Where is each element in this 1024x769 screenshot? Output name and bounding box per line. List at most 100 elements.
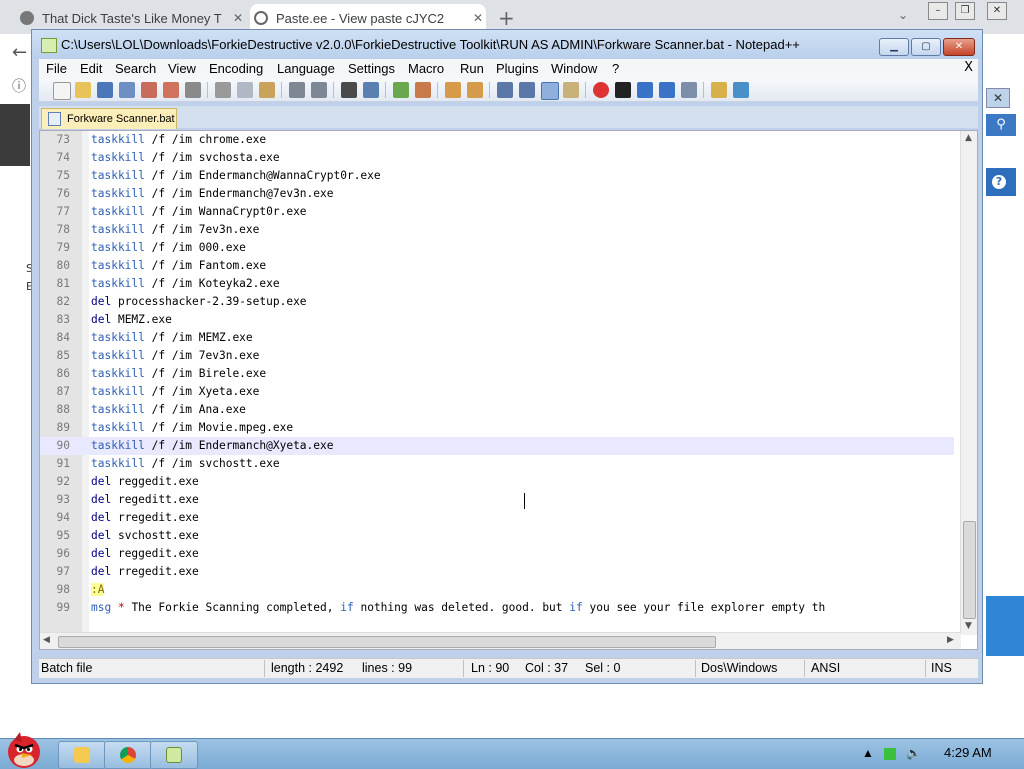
save-all-icon[interactable] <box>119 82 135 98</box>
undo-icon[interactable] <box>289 82 305 98</box>
replace-icon[interactable] <box>363 82 379 98</box>
code-line[interactable]: 78 taskkill /f /im 7ev3n.exe <box>40 221 954 239</box>
zoom-out-icon[interactable] <box>415 82 431 98</box>
maximize-button[interactable]: ▢ <box>911 38 941 56</box>
horizontal-scrollbar[interactable]: ◀ ▶ <box>40 632 961 649</box>
menu-macro[interactable]: Macro <box>408 61 444 76</box>
code-line[interactable]: 86 taskkill /f /im Birele.exe <box>40 365 954 383</box>
menu-view[interactable]: View <box>168 61 196 76</box>
taskbar-clock[interactable]: 4:29 AM <box>944 745 992 760</box>
close-button[interactable]: ✕ <box>943 38 975 56</box>
scroll-down-arrow-icon[interactable]: ▼ <box>965 621 972 631</box>
spell-check-icon[interactable] <box>733 82 749 98</box>
code-line[interactable]: 93 del regeditt.exe <box>40 491 954 509</box>
folder-icon[interactable] <box>711 82 727 98</box>
sync-vertical-icon[interactable] <box>445 82 461 98</box>
code-line[interactable]: 77 taskkill /f /im WannaCrypt0r.exe <box>40 203 954 221</box>
stop-macro-icon[interactable] <box>615 82 631 98</box>
network-icon[interactable] <box>884 748 896 760</box>
start-button-angry-bird-icon[interactable] <box>2 730 48 768</box>
menu-language[interactable]: Language <box>277 61 335 76</box>
menu-plugins[interactable]: Plugins <box>496 61 539 76</box>
menu-help[interactable]: ? <box>612 61 619 76</box>
save-icon[interactable] <box>97 82 113 98</box>
tray-expand-icon[interactable]: ▲ <box>862 746 874 760</box>
taskbar-chrome-button[interactable] <box>104 741 152 769</box>
code-line[interactable]: 80 taskkill /f /im Fantom.exe <box>40 257 954 275</box>
menu-settings[interactable]: Settings <box>348 61 395 76</box>
code-line[interactable]: 84 taskkill /f /im MEMZ.exe <box>40 329 954 347</box>
browser-tab-2[interactable]: Paste.ee - View paste cJYC2 ✕ <box>250 4 486 32</box>
vertical-scroll-thumb[interactable] <box>963 521 976 619</box>
close-icon[interactable]: ✕ <box>230 11 246 25</box>
browser-minimize-button[interactable]: – <box>928 2 948 20</box>
print-icon[interactable] <box>185 82 201 98</box>
tab-forkware-scanner[interactable]: Forkware Scanner.bat <box>41 108 177 129</box>
code-line[interactable]: 94 del rregedit.exe <box>40 509 954 527</box>
browser-close-button[interactable]: ✕ <box>987 2 1007 20</box>
browser-restore-button[interactable]: ❐ <box>955 2 975 20</box>
code-line[interactable]: 73 taskkill /f /im chrome.exe <box>40 131 954 149</box>
code-line[interactable]: 88 taskkill /f /im Ana.exe <box>40 401 954 419</box>
code-line[interactable]: 79 taskkill /f /im 000.exe <box>40 239 954 257</box>
close-icon[interactable]: ✕ <box>986 88 1010 108</box>
horizontal-scroll-thumb[interactable] <box>58 636 716 648</box>
code-line[interactable]: 75 taskkill /f /im Endermanch@WannaCrypt0… <box>40 167 954 185</box>
paste-icon[interactable] <box>259 82 275 98</box>
zoom-in-icon[interactable] <box>393 82 409 98</box>
code-line[interactable]: 90 taskkill /f /im Endermanch@Xyeta.exe <box>40 437 954 455</box>
code-line[interactable]: 98:A <box>40 581 954 599</box>
code-line[interactable]: 85 taskkill /f /im 7ev3n.exe <box>40 347 954 365</box>
chevron-down-icon[interactable]: ⌄ <box>898 8 908 22</box>
close-document-icon[interactable]: X <box>964 60 973 75</box>
doc-map-icon[interactable] <box>563 82 579 98</box>
save-macro-icon[interactable] <box>681 82 697 98</box>
code-editor[interactable]: 73 taskkill /f /im chrome.exe 74 taskkill /… <box>39 130 978 650</box>
code-line[interactable]: 97 del rregedit.exe <box>40 563 954 581</box>
back-arrow-icon[interactable]: ← <box>12 42 27 63</box>
open-file-icon[interactable] <box>75 82 91 98</box>
browser-tab-1[interactable]: That Dick Taste's Like Money T ✕ <box>16 4 246 32</box>
scroll-up-arrow-icon[interactable]: ▲ <box>965 133 972 143</box>
taskbar-explorer-button[interactable] <box>58 741 106 769</box>
code-line[interactable]: 95 del svchostt.exe <box>40 527 954 545</box>
code-line[interactable]: 76 taskkill /f /im Endermanch@7ev3n.exe <box>40 185 954 203</box>
menu-file[interactable]: File <box>46 61 67 76</box>
record-macro-icon[interactable] <box>593 82 609 98</box>
code-line[interactable]: 96 del reggedit.exe <box>40 545 954 563</box>
find-icon[interactable] <box>341 82 357 98</box>
sync-horizontal-icon[interactable] <box>467 82 483 98</box>
menu-search[interactable]: Search <box>115 61 156 76</box>
menu-edit[interactable]: Edit <box>80 61 102 76</box>
code-line[interactable]: 87 taskkill /f /im Xyeta.exe <box>40 383 954 401</box>
show-all-chars-icon[interactable] <box>519 82 535 98</box>
search-icon[interactable]: ⚲ <box>986 114 1016 136</box>
vertical-scrollbar[interactable]: ▲ ▼ <box>960 131 977 635</box>
redo-icon[interactable] <box>311 82 327 98</box>
scroll-left-arrow-icon[interactable]: ◀ <box>43 635 50 645</box>
new-file-icon[interactable] <box>53 82 71 100</box>
word-wrap-icon[interactable] <box>497 82 513 98</box>
minimize-button[interactable]: ▁ <box>879 38 909 56</box>
code-line[interactable]: 92 del reggedit.exe <box>40 473 954 491</box>
code-line[interactable]: 81 taskkill /f /im Koteyka2.exe <box>40 275 954 293</box>
cut-icon[interactable] <box>215 82 231 98</box>
indent-guide-icon[interactable] <box>541 82 559 100</box>
menu-encoding[interactable]: Encoding <box>209 61 263 76</box>
code-line[interactable]: 74 taskkill /f /im svchosta.exe <box>40 149 954 167</box>
copy-icon[interactable] <box>237 82 253 98</box>
code-line[interactable]: 82 del processhacker-2.39-setup.exe <box>40 293 954 311</box>
code-line[interactable]: 99 msg * The Forkie Scanning completed, i… <box>40 599 954 617</box>
new-tab-icon[interactable]: + <box>498 6 515 30</box>
scroll-right-arrow-icon[interactable]: ▶ <box>947 635 954 645</box>
code-line[interactable]: 89 taskkill /f /im Movie.mpeg.exe <box>40 419 954 437</box>
close-file-icon[interactable] <box>141 82 157 98</box>
volume-icon[interactable]: 🔈 <box>906 746 921 760</box>
code-line[interactable]: 91 taskkill /f /im svchostt.exe <box>40 455 954 473</box>
title-bar[interactable]: C:\Users\LOL\Downloads\ForkieDestructive… <box>32 30 982 59</box>
close-all-icon[interactable] <box>163 82 179 98</box>
code-line[interactable]: 83 del MEMZ.exe <box>40 311 954 329</box>
help-icon[interactable]: ? <box>992 175 1006 189</box>
menu-run[interactable]: Run <box>460 61 484 76</box>
menu-window[interactable]: Window <box>551 61 597 76</box>
